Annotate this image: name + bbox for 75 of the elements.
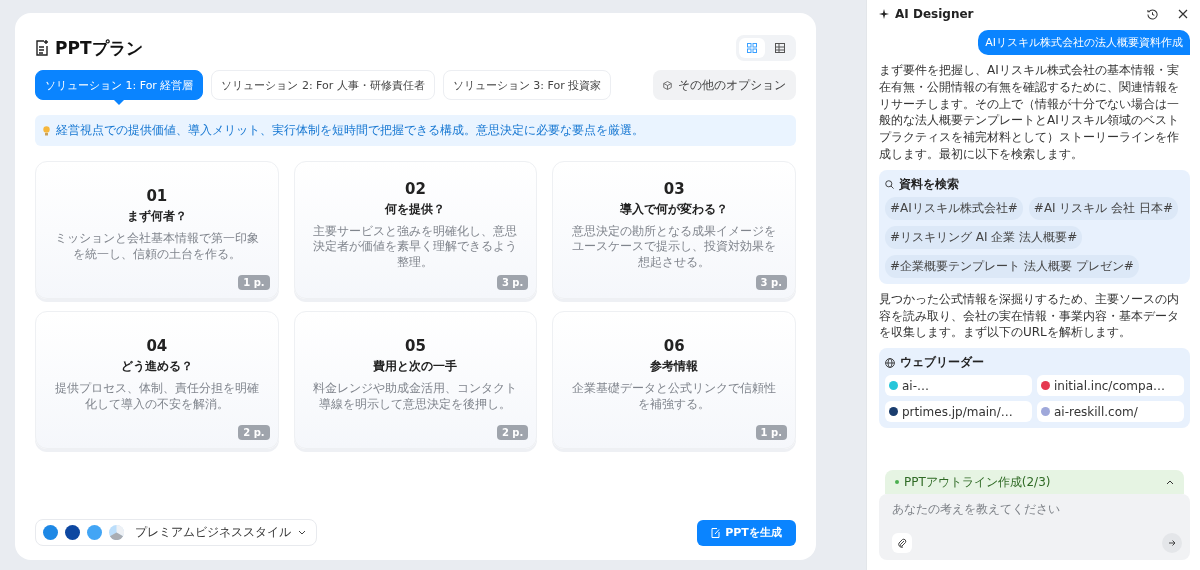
slide-description: 提供プロセス、体制、責任分担を明確化して導入の不安を解消。: [53, 381, 260, 413]
status-dot-icon: [895, 480, 899, 484]
slide-description: 企業基礎データと公式リンクで信頼性を補強する。: [571, 381, 778, 413]
page-count: 1 p.: [755, 425, 787, 440]
slide-number: 01: [146, 187, 168, 206]
source-link[interactable]: ai-…: [885, 375, 1032, 397]
slide-title: 何を提供？: [385, 200, 446, 218]
search-query-tag[interactable]: #AI リスキル 会社 日本#: [1028, 196, 1179, 220]
source-link[interactable]: prtimes.jp/main/…: [885, 401, 1032, 423]
edit-document-icon: [711, 527, 721, 538]
tool-title: ウェブリーダー: [900, 354, 984, 372]
user-message: AIリスキル株式会社の法人概要資料作成: [978, 30, 1190, 55]
slide-card[interactable]: 05 費用と次の一手 料金レンジや助成金活用、コンタクト導線を明示して意思決定を後押し。 2 p.: [293, 311, 538, 449]
search-query-tag[interactable]: #企業概要テンプレート 法人概要 プレゼン#: [885, 254, 1139, 278]
slide-description: 意思決定の勘所となる成果イメージをユースケースで提示し、投資対効果を想起させる。: [571, 223, 778, 271]
slide-number: 05: [405, 337, 426, 356]
lightbulb-icon: [43, 125, 50, 136]
arrow-right-icon: [1168, 539, 1176, 547]
document-icon: [35, 40, 49, 56]
slide-number: 03: [663, 179, 685, 198]
close-icon: [1178, 9, 1188, 19]
slide-description: ミッションと会社基本情報で第一印象を統一し、信頼の土台を作る。: [53, 231, 260, 263]
progress-bar[interactable]: PPTアウトライン作成(2/3): [885, 470, 1184, 494]
search-query-tag[interactable]: #AIリスキル株式会社#: [885, 196, 1023, 220]
cube-icon: [663, 80, 672, 90]
send-button[interactable]: [1162, 533, 1182, 553]
solution-tab[interactable]: ソリューション 3: For 投資家: [442, 70, 612, 100]
assistant-message: まず要件を把握し、AIリスキル株式会社の基本情報・実在有無・公開情報の有無を確認するために、関連情報をリサーチします。その上で（情報が十分でない場合は一般的な法人概要テンプレートとAIリスキル領域のベストプラクティスを補完材料として）ストーリーラインを作成します。最初に以下を検索します。: [879, 62, 1180, 163]
theme-selector[interactable]: プレミアムビジネススタイル: [35, 519, 317, 546]
page-count: 3 p.: [496, 275, 529, 290]
search-icon: [885, 179, 894, 189]
slide-title: 参考情報: [650, 358, 699, 376]
slide-title: どう進める？: [120, 358, 193, 376]
search-query-tag[interactable]: #リスキリング AI 企業 法人概要#: [885, 225, 1083, 249]
sparkle-icon: [879, 9, 889, 19]
close-button[interactable]: [1176, 7, 1190, 21]
solution-tab[interactable]: ソリューション 2: For 人事・研修責任者: [211, 70, 435, 100]
panel-title: AI Designer: [895, 7, 974, 21]
page-count: 2 p.: [238, 425, 270, 440]
chevron-icon: [1166, 479, 1174, 485]
slide-title: 費用と次の一手: [373, 358, 458, 376]
slide-title: まず何者？: [126, 208, 187, 226]
slide-card[interactable]: 04 どう進める？ 提供プロセス、体制、責任分担を明確化して導入の不安を解消。 2 p.: [35, 311, 279, 449]
page-count: 3 p.: [755, 275, 787, 290]
history-button[interactable]: [1145, 6, 1160, 22]
page-title: PPTプラン: [55, 36, 143, 60]
globe-icon: [885, 357, 895, 368]
history-icon: [1147, 8, 1158, 20]
tab-pointer: [113, 99, 126, 105]
grid-icon: [747, 43, 757, 53]
page-count: 1 p.: [238, 275, 270, 290]
source-link[interactable]: ai-reskill.com/: [1037, 401, 1184, 423]
slide-number: 04: [146, 337, 168, 356]
more-options-button[interactable]: その他のオプション: [653, 70, 796, 100]
slide-number: 02: [405, 179, 426, 198]
assistant-message: 見つかった公式情報を深掘りするため、主要ソースの内容を読み取り、会社の実在情報・事業内容・基本データを収集します。まず以下のURLを解析します。: [879, 290, 1180, 342]
table-icon: [775, 43, 785, 53]
slide-number: 06: [663, 337, 685, 356]
generate-button[interactable]: PPTを生成: [697, 519, 796, 546]
slide-description: 料金レンジや助成金活用、コンタクト導線を明示して意思決定を後押し。: [312, 381, 519, 413]
chevron-down-icon: [298, 530, 306, 535]
attach-button[interactable]: [892, 533, 912, 553]
slide-card[interactable]: 06 参考情報 企業基礎データと公式リンクで信頼性を補強する。 1 p.: [552, 311, 796, 449]
slide-card[interactable]: 01 まず何者？ ミッションと会社基本情報で第一印象を統一し、信頼の土台を作る。 1 p.: [35, 161, 279, 299]
slide-card[interactable]: 02 何を提供？ 主要サービスと強みを明確化し、意思決定者が価値を素早く理解できるよう整理。 3 p.: [293, 161, 538, 299]
source-link[interactable]: initial.inc/compa…: [1037, 375, 1184, 397]
hint-text: 経営視点での提供価値、導入メリット、実行体制を短時間で把握できる構成。意思決定に必要な要点を厳選。: [56, 122, 644, 139]
theme-name: プレミアムビジネススタイル: [135, 524, 291, 541]
slide-title: 導入で何が変わる？: [620, 200, 729, 218]
tool-title: 資料を検索: [899, 175, 959, 193]
slide-description: 主要サービスと強みを明確化し、意思決定者が価値を素早く理解できるよう整理。: [312, 223, 519, 271]
slide-card[interactable]: 03 導入で何が変わる？ 意思決定の勘所となる成果イメージをユースケースで提示し、投資対効果を想起させる。 3 p.: [552, 161, 796, 299]
message-input[interactable]: あなたの考えを教えてください: [892, 502, 1182, 516]
paperclip-icon: [897, 538, 907, 548]
page-count: 2 p.: [496, 425, 529, 440]
